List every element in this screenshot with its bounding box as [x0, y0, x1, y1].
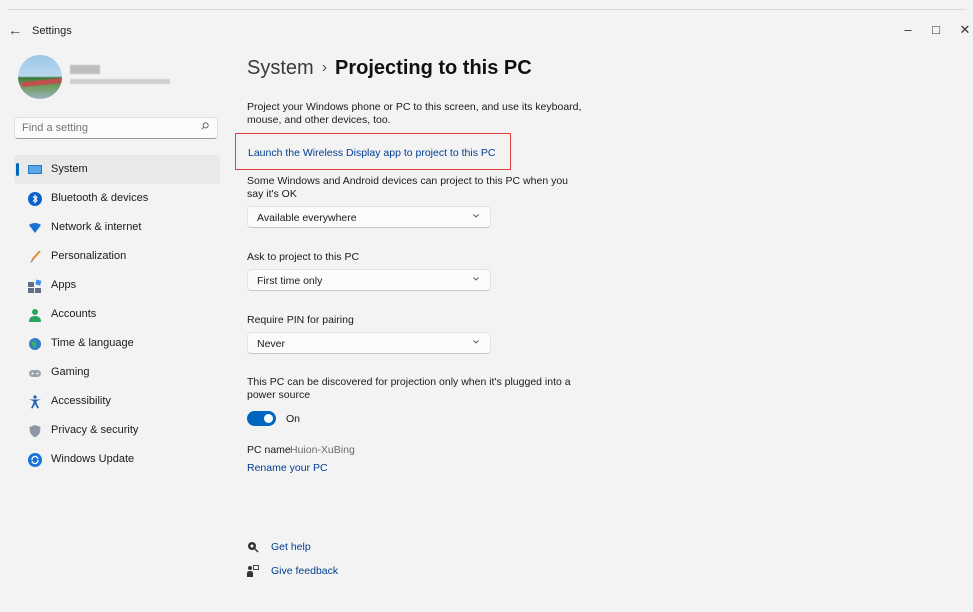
sidebar-item-label: Gaming — [51, 366, 90, 378]
toggle-knob — [264, 414, 273, 423]
chevron-down-icon — [473, 340, 479, 344]
accounts-icon — [29, 309, 41, 322]
windows-update-icon — [28, 453, 42, 467]
accessibility-icon — [29, 395, 41, 409]
dropdown-value: Available everywhere — [257, 212, 357, 224]
dropdown-value: First time only — [257, 275, 323, 287]
feedback-icon — [247, 565, 259, 577]
sidebar-item-windows-update[interactable]: Windows Update — [14, 445, 220, 474]
ask-to-project-dropdown[interactable]: First time only — [247, 269, 491, 291]
page-description: Project your Windows phone or PC to this… — [247, 101, 582, 126]
ask-to-project-label: Ask to project to this PC — [247, 251, 360, 263]
help-icon — [248, 542, 259, 553]
sidebar-item-label: Windows Update — [51, 453, 135, 465]
require-pin-label: Require PIN for pairing — [247, 314, 354, 326]
page-title: Projecting to this PC — [335, 57, 532, 79]
sidebar-item-gaming[interactable]: Gaming — [14, 358, 220, 387]
sidebar-item-label: Bluetooth & devices — [51, 192, 149, 204]
active-indicator — [16, 163, 19, 176]
gaming-icon — [29, 370, 41, 377]
sidebar-item-label: Apps — [51, 279, 77, 291]
personalization-icon — [30, 250, 41, 263]
search-box[interactable] — [14, 117, 218, 139]
sidebar-nav: System Bluetooth & devices Network & int… — [14, 155, 220, 474]
launch-wireless-display-link[interactable]: Launch the Wireless Display app to proje… — [248, 147, 495, 159]
search-icon — [201, 122, 209, 130]
breadcrumb-parent[interactable]: System — [247, 57, 314, 79]
get-help-label: Get help — [271, 541, 311, 553]
breadcrumb: System › Projecting to this PC — [247, 57, 532, 80]
avatar — [18, 55, 62, 99]
chevron-down-icon — [473, 214, 479, 218]
close-button[interactable]: ✕ — [955, 22, 973, 38]
availability-dropdown[interactable]: Available everywhere — [247, 206, 491, 228]
sidebar-item-label: Accessibility — [51, 395, 111, 407]
system-icon — [28, 165, 42, 174]
network-icon — [29, 223, 41, 233]
pc-name-value: Huion-XuBing — [290, 444, 355, 456]
title-bar: ← Settings – □ ✕ — [0, 12, 973, 50]
sidebar-item-time-language[interactable]: Time & language — [14, 329, 220, 358]
toggle-state-label: On — [286, 413, 301, 425]
sidebar-item-system[interactable]: System — [14, 155, 220, 184]
chevron-down-icon — [473, 277, 479, 281]
top-strip — [0, 0, 973, 10]
sidebar-item-label: Time & language — [51, 337, 134, 349]
shield-icon — [29, 425, 41, 438]
profile-email-redacted — [70, 79, 170, 84]
sidebar-item-label: Privacy & security — [51, 424, 139, 436]
sidebar-item-network[interactable]: Network & internet — [14, 213, 220, 242]
require-pin-dropdown[interactable]: Never — [247, 332, 491, 354]
minimize-button[interactable]: – — [898, 22, 918, 37]
search-input[interactable] — [22, 122, 192, 134]
sidebar-item-bluetooth[interactable]: Bluetooth & devices — [14, 184, 220, 213]
sidebar-item-label: Accounts — [51, 308, 97, 320]
availability-label: Some Windows and Android devices can pro… — [247, 175, 569, 200]
sidebar-item-accounts[interactable]: Accounts — [14, 300, 220, 329]
chevron-right-icon: › — [321, 59, 328, 76]
sidebar-item-apps[interactable]: Apps — [14, 271, 220, 300]
sidebar-item-privacy[interactable]: Privacy & security — [14, 416, 220, 445]
divider — [8, 9, 965, 10]
sidebar-item-label: Personalization — [51, 250, 127, 262]
apps-icon — [28, 279, 42, 293]
pc-name-label: PC name — [247, 444, 291, 456]
dropdown-value: Never — [257, 338, 286, 350]
time-language-icon — [29, 338, 41, 350]
rename-pc-link[interactable]: Rename your PC — [247, 462, 328, 474]
back-arrow-icon[interactable]: ← — [8, 22, 22, 38]
profile-name-redacted — [70, 65, 100, 74]
app-title: Settings — [32, 25, 72, 37]
maximize-button[interactable]: □ — [926, 22, 946, 37]
sidebar-item-label: System — [51, 163, 88, 175]
sidebar-item-label: Network & internet — [51, 221, 142, 233]
sidebar-item-accessibility[interactable]: Accessibility — [14, 387, 220, 416]
give-feedback-label: Give feedback — [271, 565, 339, 577]
bluetooth-icon — [28, 192, 42, 206]
power-source-toggle[interactable] — [247, 411, 276, 426]
sidebar-item-personalization[interactable]: Personalization — [14, 242, 220, 271]
power-source-label: This PC can be discovered for projection… — [247, 376, 571, 401]
